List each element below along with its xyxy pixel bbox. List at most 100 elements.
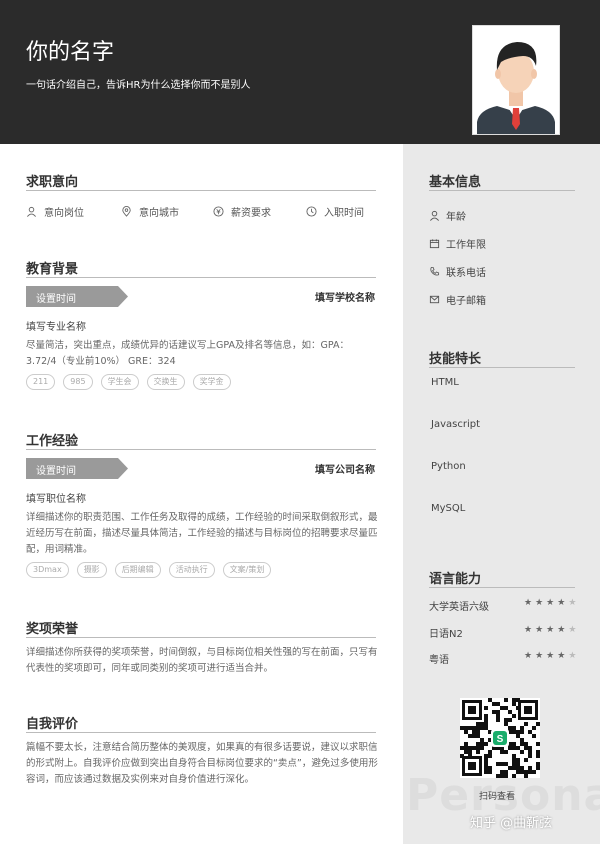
- work-time-label: 设置时间: [36, 466, 76, 477]
- info-phone-label: 联系电话: [446, 268, 486, 279]
- section-title-skills: 技能特长: [429, 352, 482, 367]
- sidebar: Personal 基本信息 年龄 工作年限 联系电话 电子邮箱 技能特长 HTM…: [403, 144, 600, 844]
- resume-page: 你的名字 一句话介绍自己，告诉HR为什么选择你而不是别人 求职意向 意向岗位 意…: [0, 0, 600, 844]
- language-name: 日语N2: [429, 629, 463, 640]
- tag-chip: 985: [63, 374, 93, 390]
- section-title-basic-info: 基本信息: [429, 175, 482, 190]
- star-icon: ★: [568, 625, 580, 635]
- qr-label: 扫码查看: [479, 792, 516, 802]
- language-name: 粤语: [429, 655, 449, 666]
- tag-chip: 摄影: [76, 562, 107, 578]
- language-row: 日语N2 ★★★★★: [429, 625, 576, 640]
- skill-bar: [429, 521, 571, 526]
- avatar-illustration: [473, 26, 559, 134]
- self-eval-description: 篇幅不要太长，注意结合简历整体的美观度，如果真的有很多话要说，建议以求职信的形式…: [26, 742, 378, 785]
- intent-city-label: 意向城市: [139, 208, 179, 219]
- major-name: 填写专业名称: [26, 322, 86, 333]
- info-email-label: 电子邮箱: [446, 296, 486, 307]
- info-years-label: 工作年限: [446, 240, 486, 251]
- info-years: 工作年限: [429, 236, 486, 251]
- divider: [26, 277, 376, 278]
- education-description: 尽量简洁，突出重点，成绩优异的话建议写上GPA及排名等信息，如：GPA：3.72…: [26, 340, 349, 367]
- skill-name: HTML: [431, 377, 459, 388]
- star-icon: ★: [557, 598, 569, 608]
- info-phone: 联系电话: [429, 264, 486, 279]
- divider: [429, 367, 575, 368]
- intent-start-date-label: 入职时间: [324, 208, 364, 219]
- awards-description: 详细描述你所获得的奖项荣誉，时间倒叙，与目标岗位相关性强的写在前面，只写有代表性…: [26, 647, 378, 674]
- star-icon: ★: [546, 651, 558, 661]
- user-icon: [430, 210, 439, 221]
- info-age-label: 年龄: [446, 212, 466, 223]
- star-icon: ★: [535, 651, 547, 661]
- avatar: [472, 25, 560, 135]
- education-time-label: 设置时间: [36, 294, 76, 305]
- intent-position-label: 意向岗位: [44, 208, 84, 219]
- tag-chip: 文案/策划: [222, 562, 272, 578]
- source-watermark: 知乎 @曲靳弦: [470, 816, 553, 831]
- intent-city: 意向城市: [121, 204, 179, 219]
- svg-text:S: S: [497, 734, 504, 745]
- language-row: 粤语 ★★★★★: [429, 651, 576, 666]
- language-row: 大学英语六级 ★★★★★: [429, 598, 576, 613]
- divider: [429, 190, 575, 191]
- qr-code: S: [460, 698, 540, 778]
- info-email: 电子邮箱: [429, 292, 486, 307]
- skill-bar: [429, 437, 571, 442]
- tag-chip: 奖学金: [192, 374, 231, 390]
- clock-icon: [306, 206, 317, 217]
- divider: [26, 732, 376, 733]
- intent-salary: 薪资要求: [213, 204, 271, 219]
- star-icon: ★: [524, 651, 536, 661]
- divider: [26, 449, 376, 450]
- company-name: 填写公司名称: [315, 465, 375, 476]
- star-icon: ★: [557, 625, 569, 635]
- divider: [26, 190, 376, 191]
- tag-chip: 交换生: [146, 374, 185, 390]
- tag-chip: 学生会: [100, 374, 139, 390]
- star-icon: ★: [568, 651, 580, 661]
- work-description: 详细描述你的职责范围、工作任务及取得的成绩，工作经验的时间采取倒叙形式，最近经历…: [26, 512, 378, 555]
- candidate-name: 你的名字: [26, 40, 115, 65]
- phone-icon: [430, 266, 440, 276]
- tag-chip: 活动执行: [168, 562, 215, 578]
- position-name: 填写职位名称: [26, 494, 86, 505]
- intent-salary-label: 薪资要求: [231, 208, 271, 219]
- header: 你的名字 一句话介绍自己，告诉HR为什么选择你而不是别人: [0, 0, 600, 144]
- intent-position: 意向岗位: [26, 204, 84, 219]
- star-icon: ★: [524, 598, 536, 608]
- section-title-self-eval: 自我评价: [26, 717, 79, 732]
- skill-name: Javascript: [431, 419, 480, 430]
- tagline: 一句话介绍自己，告诉HR为什么选择你而不是别人: [26, 80, 251, 91]
- star-icon: ★: [535, 598, 547, 608]
- qr-code-icon: S: [460, 698, 540, 778]
- user-icon: [27, 206, 36, 217]
- star-icon: ★: [557, 651, 569, 661]
- section-title-awards: 奖项荣誉: [26, 622, 79, 637]
- tag-chip: 211: [26, 374, 56, 390]
- education-time-tag: 设置时间: [26, 286, 128, 307]
- section-title-intent: 求职意向: [26, 175, 79, 190]
- education-tags: 211 985 学生会 交换生 奖学金: [26, 374, 231, 390]
- currency-icon: [213, 206, 224, 217]
- rating-stars: ★★★★★: [524, 598, 579, 608]
- divider: [429, 587, 575, 588]
- tag-chip: 3Dmax: [26, 562, 69, 578]
- skill-name: MySQL: [431, 503, 466, 514]
- skill-name: Python: [431, 461, 466, 472]
- star-icon: ★: [546, 625, 558, 635]
- skill-bar: [429, 479, 571, 484]
- work-tags: 3Dmax 摄影 后期编辑 活动执行 文案/策划: [26, 562, 272, 578]
- star-icon: ★: [535, 625, 547, 635]
- location-pin-icon: [122, 206, 131, 217]
- section-title-work: 工作经验: [26, 434, 79, 449]
- tag-chip: 后期编辑: [114, 562, 161, 578]
- rating-stars: ★★★★★: [524, 625, 579, 635]
- info-age: 年龄: [429, 208, 466, 223]
- language-name: 大学英语六级: [429, 602, 489, 613]
- school-name: 填写学校名称: [315, 293, 375, 304]
- skill-bar: [429, 395, 571, 400]
- rating-stars: ★★★★★: [524, 651, 579, 661]
- star-icon: ★: [524, 625, 536, 635]
- star-icon: ★: [546, 598, 558, 608]
